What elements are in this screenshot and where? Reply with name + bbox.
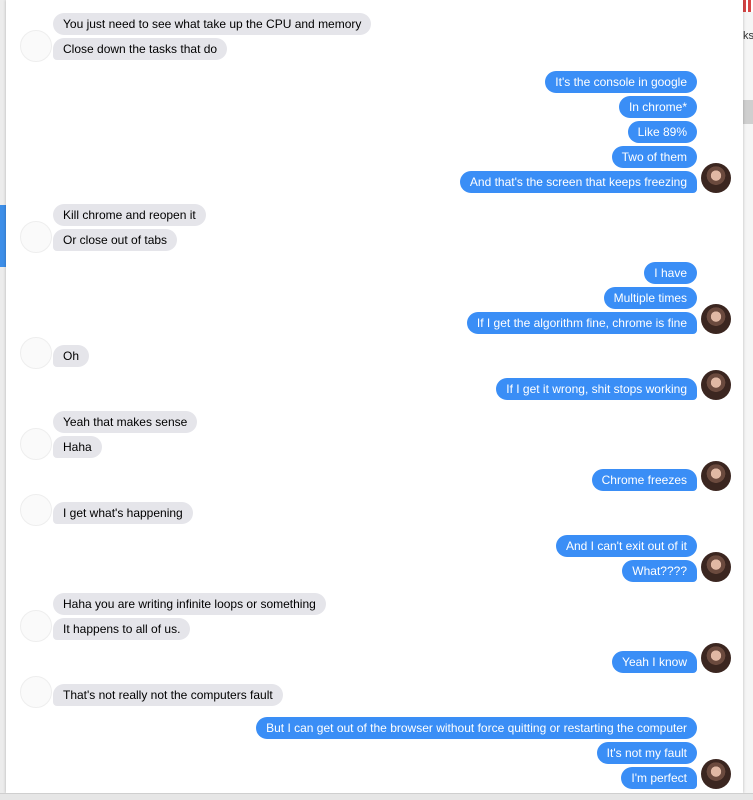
incoming-message-bubble[interactable]: Oh <box>53 345 90 367</box>
message-row: In chrome* <box>6 96 743 118</box>
incoming-message-bubble[interactable]: Haha you are writing infinite loops or s… <box>53 593 326 615</box>
message-row: I'm perfect <box>6 759 743 789</box>
message-row: You just need to see what take up the CP… <box>6 13 743 35</box>
message-row: Two of them <box>6 146 743 168</box>
message-row: Oh <box>6 337 743 369</box>
contact-avatar[interactable] <box>20 221 52 253</box>
contact-avatar[interactable] <box>20 494 52 526</box>
outgoing-message-bubble[interactable]: Multiple times <box>603 287 697 309</box>
outgoing-message-bubble[interactable]: In chrome* <box>618 96 697 118</box>
outgoing-message-bubble[interactable]: It's the console in google <box>545 71 697 93</box>
background-window-text: ks <box>743 30 753 42</box>
message-row: I have <box>6 262 743 284</box>
my-avatar[interactable] <box>701 552 731 582</box>
my-avatar[interactable] <box>701 370 731 400</box>
message-row: Multiple times <box>6 287 743 309</box>
outgoing-message-bubble[interactable]: Chrome freezes <box>591 469 697 491</box>
message-row: Yeah that makes sense <box>6 411 743 433</box>
my-avatar[interactable] <box>701 759 731 789</box>
my-avatar[interactable] <box>701 461 731 491</box>
message-row: Or close out of tabs <box>6 221 743 253</box>
outgoing-message-bubble[interactable]: I'm perfect <box>621 767 697 789</box>
messages-transcript[interactable]: You just need to see what take up the CP… <box>6 0 743 793</box>
message-row: If I get it wrong, shit stops working <box>6 370 743 400</box>
incoming-message-bubble[interactable]: I get what's happening <box>53 502 193 524</box>
outgoing-message-bubble[interactable]: Two of them <box>611 146 697 168</box>
outgoing-message-bubble[interactable]: And I can't exit out of it <box>555 535 697 557</box>
my-avatar[interactable] <box>701 643 731 673</box>
outgoing-message-bubble[interactable]: It's not my fault <box>596 742 697 764</box>
message-row: It happens to all of us. <box>6 610 743 642</box>
contact-avatar[interactable] <box>20 30 52 62</box>
incoming-message-bubble[interactable]: Yeah that makes sense <box>53 411 198 433</box>
contact-avatar[interactable] <box>20 610 52 642</box>
background-flag-strip <box>743 0 753 12</box>
message-row: That's not really not the computers faul… <box>6 676 743 708</box>
incoming-message-bubble[interactable]: Or close out of tabs <box>53 229 178 251</box>
message-row: And I can't exit out of it <box>6 535 743 557</box>
contact-avatar[interactable] <box>20 428 52 460</box>
outgoing-message-bubble[interactable]: If I get it wrong, shit stops working <box>496 378 697 400</box>
outgoing-message-bubble[interactable]: And that's the screen that keeps freezin… <box>459 171 697 193</box>
incoming-message-bubble[interactable]: That's not really not the computers faul… <box>53 684 283 706</box>
background-window-edge: ks <box>743 0 753 799</box>
incoming-message-bubble[interactable]: You just need to see what take up the CP… <box>53 13 372 35</box>
contact-avatar[interactable] <box>20 337 52 369</box>
incoming-message-bubble[interactable]: Haha <box>53 436 102 458</box>
outgoing-message-bubble[interactable]: But I can get out of the browser without… <box>256 717 697 739</box>
message-row: It's not my fault <box>6 742 743 764</box>
background-window-band <box>743 100 753 124</box>
message-row: Yeah I know <box>6 643 743 673</box>
outgoing-message-bubble[interactable]: Like 89% <box>627 121 697 143</box>
outgoing-message-bubble[interactable]: I have <box>644 262 697 284</box>
incoming-message-bubble[interactable]: Close down the tasks that do <box>53 38 228 60</box>
message-row: Kill chrome and reopen it <box>6 204 743 226</box>
message-row: What???? <box>6 552 743 582</box>
my-avatar[interactable] <box>701 304 731 334</box>
message-row: Haha you are writing infinite loops or s… <box>6 593 743 615</box>
incoming-message-bubble[interactable]: It happens to all of us. <box>53 618 191 640</box>
message-row: And that's the screen that keeps freezin… <box>6 163 743 193</box>
message-row: Chrome freezes <box>6 461 743 491</box>
outgoing-message-bubble[interactable]: What???? <box>622 560 697 582</box>
contact-avatar[interactable] <box>20 676 52 708</box>
message-row: But I can get out of the browser without… <box>6 717 743 739</box>
message-row: Like 89% <box>6 121 743 143</box>
my-avatar[interactable] <box>701 163 731 193</box>
outgoing-message-bubble[interactable]: Yeah I know <box>612 651 697 673</box>
message-row: If I get the algorithm fine, chrome is f… <box>6 304 743 334</box>
message-row: Close down the tasks that do <box>6 30 743 62</box>
outgoing-message-bubble[interactable]: If I get the algorithm fine, chrome is f… <box>466 312 697 334</box>
message-row: It's the console in google <box>6 71 743 93</box>
message-row: I get what's happening <box>6 494 743 526</box>
message-row: Haha <box>6 428 743 460</box>
incoming-message-bubble[interactable]: Kill chrome and reopen it <box>53 204 206 226</box>
